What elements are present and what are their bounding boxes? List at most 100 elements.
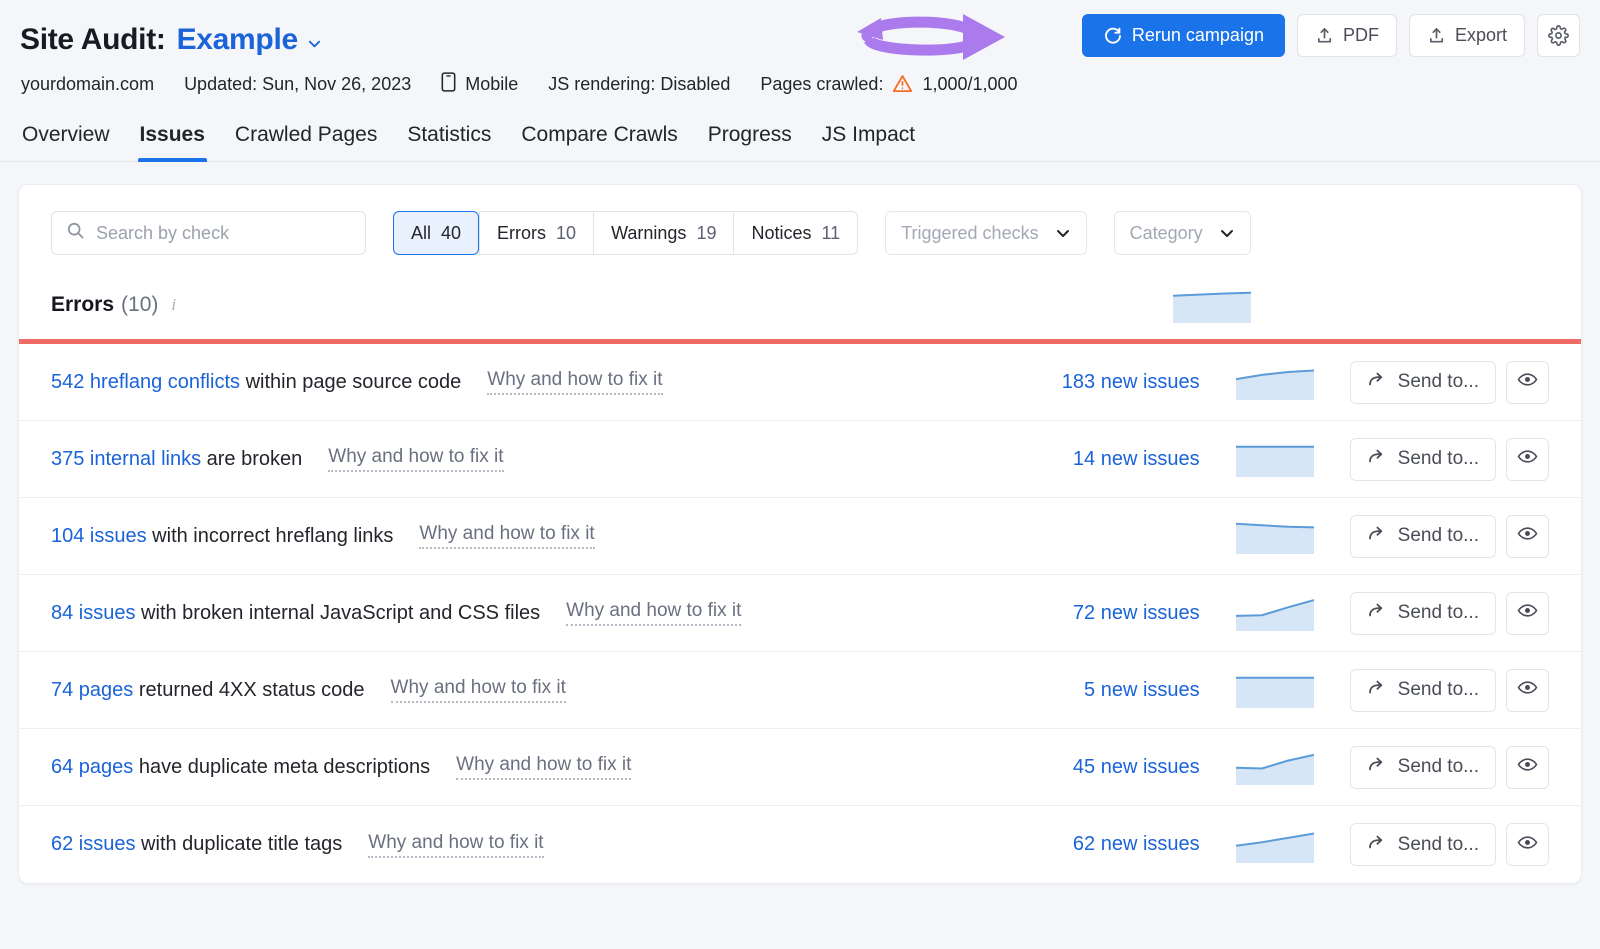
issue-row[interactable]: 62 issues with duplicate title tags Why a… bbox=[19, 806, 1581, 883]
chevron-down-icon bbox=[1219, 225, 1235, 241]
share-arrow-icon bbox=[1367, 600, 1387, 626]
send-to-button[interactable]: Send to... bbox=[1349, 823, 1496, 866]
why-and-how-to-fix-it-link[interactable]: Why and how to fix it bbox=[390, 677, 566, 703]
issue-trend-sparkline bbox=[1235, 595, 1314, 631]
issue-title: 64 pages have duplicate meta description… bbox=[51, 756, 430, 779]
issue-count-link[interactable]: 542 hreflang conflicts bbox=[51, 371, 240, 393]
issue-title: 74 pages returned 4XX status code bbox=[51, 679, 365, 702]
send-to-button[interactable]: Send to... bbox=[1349, 591, 1496, 635]
row-actions: Send to... bbox=[1349, 437, 1549, 481]
eye-icon bbox=[1517, 600, 1538, 626]
meta-js-rendering: JS rendering: Disabled bbox=[548, 74, 731, 94]
why-and-how-to-fix-it-link[interactable]: Why and how to fix it bbox=[566, 600, 742, 626]
why-and-how-to-fix-it-link[interactable]: Why and how to fix it bbox=[456, 754, 632, 780]
issue-title: 542 hreflang conflicts within page sourc… bbox=[51, 371, 461, 394]
search-input[interactable] bbox=[96, 222, 351, 244]
tab-issues[interactable]: Issues bbox=[137, 119, 208, 162]
view-issue-button[interactable] bbox=[1506, 745, 1549, 789]
send-to-button[interactable]: Send to... bbox=[1349, 745, 1496, 789]
tab-crawled-pages[interactable]: Crawled Pages bbox=[233, 119, 379, 161]
why-and-how-to-fix-it-link[interactable]: Why and how to fix it bbox=[419, 523, 595, 549]
issue-row[interactable]: 84 issues with broken internal JavaScrip… bbox=[19, 575, 1581, 652]
triggered-checks-label: Triggered checks bbox=[901, 222, 1039, 243]
issue-rest-text: with duplicate title tags bbox=[135, 833, 343, 855]
filter-warnings[interactable]: Warnings 19 bbox=[593, 211, 734, 255]
filter-errors-count: 10 bbox=[556, 222, 577, 243]
view-issue-button[interactable] bbox=[1506, 668, 1549, 712]
new-issues-link[interactable]: 183 new issues bbox=[1062, 371, 1200, 394]
row-actions: Send to... bbox=[1349, 745, 1549, 789]
filter-notices[interactable]: Notices 11 bbox=[733, 211, 859, 255]
filter-errors-label: Errors bbox=[497, 222, 547, 243]
refresh-icon bbox=[1103, 26, 1123, 46]
issue-rest-text: with incorrect hreflang links bbox=[146, 524, 394, 547]
issue-row[interactable]: 74 pages returned 4XX status code Why and… bbox=[19, 652, 1581, 729]
search-icon bbox=[66, 221, 85, 245]
eye-icon bbox=[1517, 832, 1538, 858]
export-button[interactable]: Export bbox=[1408, 14, 1525, 57]
why-and-how-to-fix-it-link[interactable]: Why and how to fix it bbox=[487, 369, 663, 395]
tab-progress[interactable]: Progress bbox=[706, 119, 794, 161]
tab-statistics[interactable]: Statistics bbox=[405, 119, 493, 161]
settings-button[interactable] bbox=[1537, 14, 1580, 57]
issue-trend-sparkline bbox=[1235, 364, 1314, 400]
triggered-checks-dropdown[interactable]: Triggered checks bbox=[885, 211, 1087, 255]
new-issues-link[interactable]: 72 new issues bbox=[1073, 602, 1200, 625]
view-issue-button[interactable] bbox=[1506, 360, 1549, 404]
issue-title: 104 issues with incorrect hreflang links bbox=[51, 525, 393, 548]
issue-row[interactable]: 542 hreflang conflicts within page sourc… bbox=[19, 344, 1581, 421]
new-issues-link[interactable]: 45 new issues bbox=[1073, 756, 1200, 779]
row-actions: Send to... bbox=[1349, 668, 1549, 712]
view-issue-button[interactable] bbox=[1506, 437, 1549, 481]
issue-trend-sparkline bbox=[1235, 441, 1314, 477]
why-and-how-to-fix-it-link[interactable]: Why and how to fix it bbox=[368, 832, 544, 858]
send-to-button[interactable]: Send to... bbox=[1349, 514, 1496, 558]
rerun-campaign-button[interactable]: Rerun campaign bbox=[1081, 14, 1285, 57]
issue-row[interactable]: 104 issues with incorrect hreflang links… bbox=[19, 498, 1581, 575]
campaign-name-link[interactable]: Example bbox=[177, 23, 299, 57]
view-issue-button[interactable] bbox=[1506, 823, 1549, 866]
send-to-button[interactable]: Send to... bbox=[1349, 668, 1496, 712]
errors-section-title: Errors bbox=[51, 293, 115, 316]
new-issues-link[interactable]: 62 new issues bbox=[1073, 833, 1200, 856]
filter-all[interactable]: All 40 bbox=[393, 211, 480, 255]
row-actions: Send to... bbox=[1349, 823, 1549, 866]
send-to-label: Send to... bbox=[1397, 602, 1479, 623]
pdf-button[interactable]: PDF bbox=[1296, 14, 1397, 57]
severity-filter-group: All 40 Errors 10 Warnings 19 Notices 11 bbox=[393, 211, 859, 255]
info-icon[interactable]: i bbox=[171, 295, 176, 315]
new-issues-link[interactable] bbox=[1194, 525, 1200, 548]
errors-section-count: (10) bbox=[121, 293, 159, 316]
issue-row[interactable]: 375 internal links are broken Why and how… bbox=[19, 421, 1581, 498]
send-to-button[interactable]: Send to... bbox=[1349, 360, 1496, 404]
filter-warnings-label: Warnings bbox=[611, 222, 687, 243]
category-dropdown[interactable]: Category bbox=[1113, 211, 1251, 255]
new-issues-link[interactable]: 14 new issues bbox=[1073, 448, 1200, 471]
tab-js-impact[interactable]: JS Impact bbox=[820, 119, 917, 161]
send-to-label: Send to... bbox=[1397, 371, 1479, 392]
search-box[interactable] bbox=[51, 211, 366, 255]
why-and-how-to-fix-it-link[interactable]: Why and how to fix it bbox=[328, 446, 504, 472]
view-issue-button[interactable] bbox=[1506, 591, 1549, 635]
export-label: Export bbox=[1454, 25, 1507, 45]
send-to-button[interactable]: Send to... bbox=[1349, 437, 1496, 481]
issue-row[interactable]: 64 pages have duplicate meta description… bbox=[19, 729, 1581, 806]
issue-rest-text: are broken bbox=[201, 447, 303, 470]
filter-errors[interactable]: Errors 10 bbox=[479, 211, 594, 255]
issue-count-link[interactable]: 62 issues bbox=[51, 833, 136, 855]
chevron-down-icon[interactable] bbox=[307, 36, 322, 51]
view-issue-button[interactable] bbox=[1506, 514, 1549, 558]
tab-overview[interactable]: Overview bbox=[20, 119, 112, 161]
new-issues-link[interactable]: 5 new issues bbox=[1084, 679, 1200, 702]
issue-count-link[interactable]: 375 internal links bbox=[51, 448, 201, 470]
header-actions: Rerun campaign PDF Export bbox=[1081, 14, 1580, 57]
issue-count-link[interactable]: 74 pages bbox=[51, 679, 133, 701]
filter-all-label: All bbox=[411, 222, 432, 243]
issue-count-link[interactable]: 84 issues bbox=[51, 602, 136, 624]
issue-title: 62 issues with duplicate title tags bbox=[51, 833, 342, 856]
section-trend-sparkline bbox=[1173, 287, 1251, 323]
issue-count-link[interactable]: 104 issues bbox=[51, 525, 147, 547]
tab-compare-crawls[interactable]: Compare Crawls bbox=[519, 119, 679, 161]
send-to-label: Send to... bbox=[1397, 833, 1479, 855]
issue-count-link[interactable]: 64 pages bbox=[51, 756, 133, 778]
